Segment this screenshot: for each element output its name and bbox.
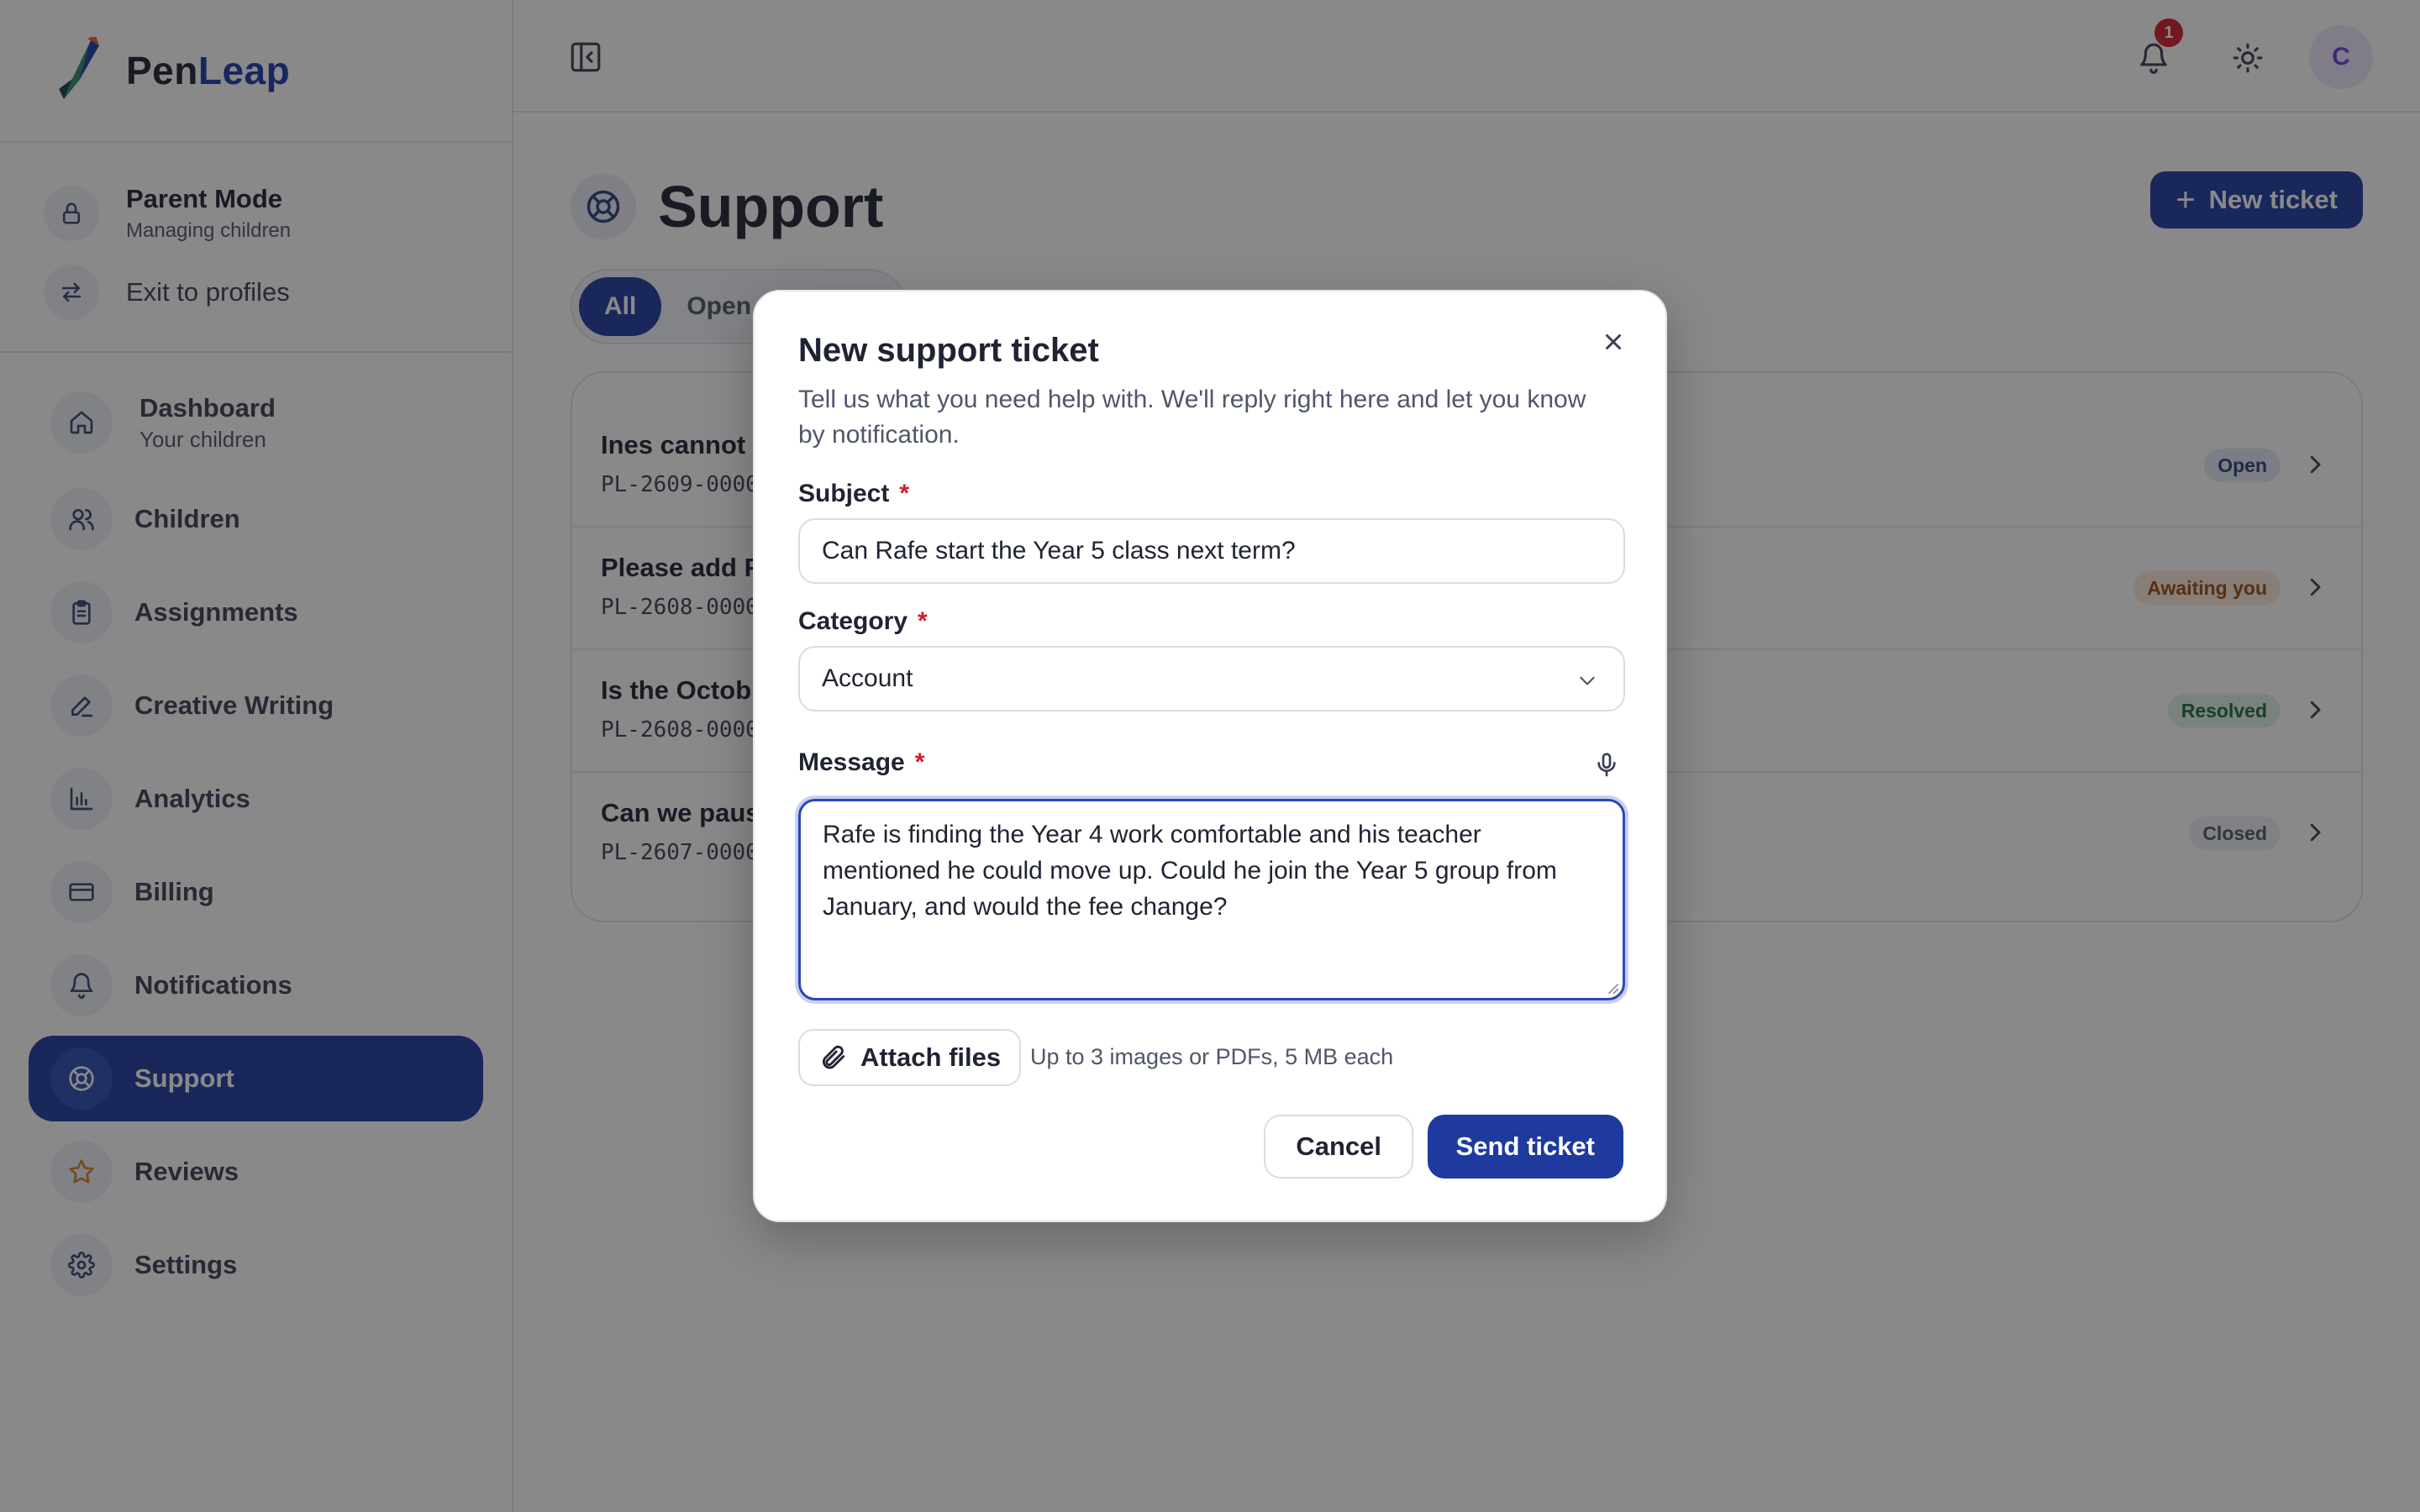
required-mark: *	[899, 480, 910, 507]
resize-handle-icon[interactable]	[1605, 980, 1620, 995]
attach-files-label: Attach files	[860, 1042, 1002, 1072]
dialog-description: Tell us what you need help with. We'll r…	[798, 386, 1586, 449]
required-mark: *	[918, 607, 928, 635]
attach-files-button[interactable]: Attach files	[798, 1029, 1022, 1086]
close-dialog-button[interactable]	[1597, 325, 1630, 359]
send-ticket-button[interactable]: Send ticket	[1427, 1115, 1623, 1179]
cancel-button[interactable]: Cancel	[1264, 1115, 1413, 1179]
close-icon	[1606, 334, 1621, 349]
message-textarea[interactable]: Rafe is finding the Year 4 work comforta…	[798, 799, 1625, 1000]
subject-label: Subject *	[798, 480, 910, 507]
required-mark: *	[914, 748, 925, 776]
category-label: Category *	[798, 607, 928, 635]
category-select[interactable]: Account	[798, 646, 1625, 711]
new-ticket-dialog: New support ticket Tell us what you need…	[753, 290, 1667, 1222]
message-label: Message *	[798, 748, 925, 776]
dialog-title: New support ticket	[798, 332, 1099, 369]
category-selected-value: Account	[822, 664, 913, 692]
chevron-down-icon	[1580, 676, 1595, 685]
paperclip-icon	[822, 1045, 845, 1069]
subject-input[interactable]: Can Rafe start the Year 5 class next ter…	[798, 518, 1625, 584]
voice-input-button[interactable]	[1590, 748, 1623, 782]
attach-files-hint: Up to 3 images or PDFs, 5 MB each	[1030, 1044, 1394, 1069]
microphone-icon	[1597, 753, 1616, 777]
